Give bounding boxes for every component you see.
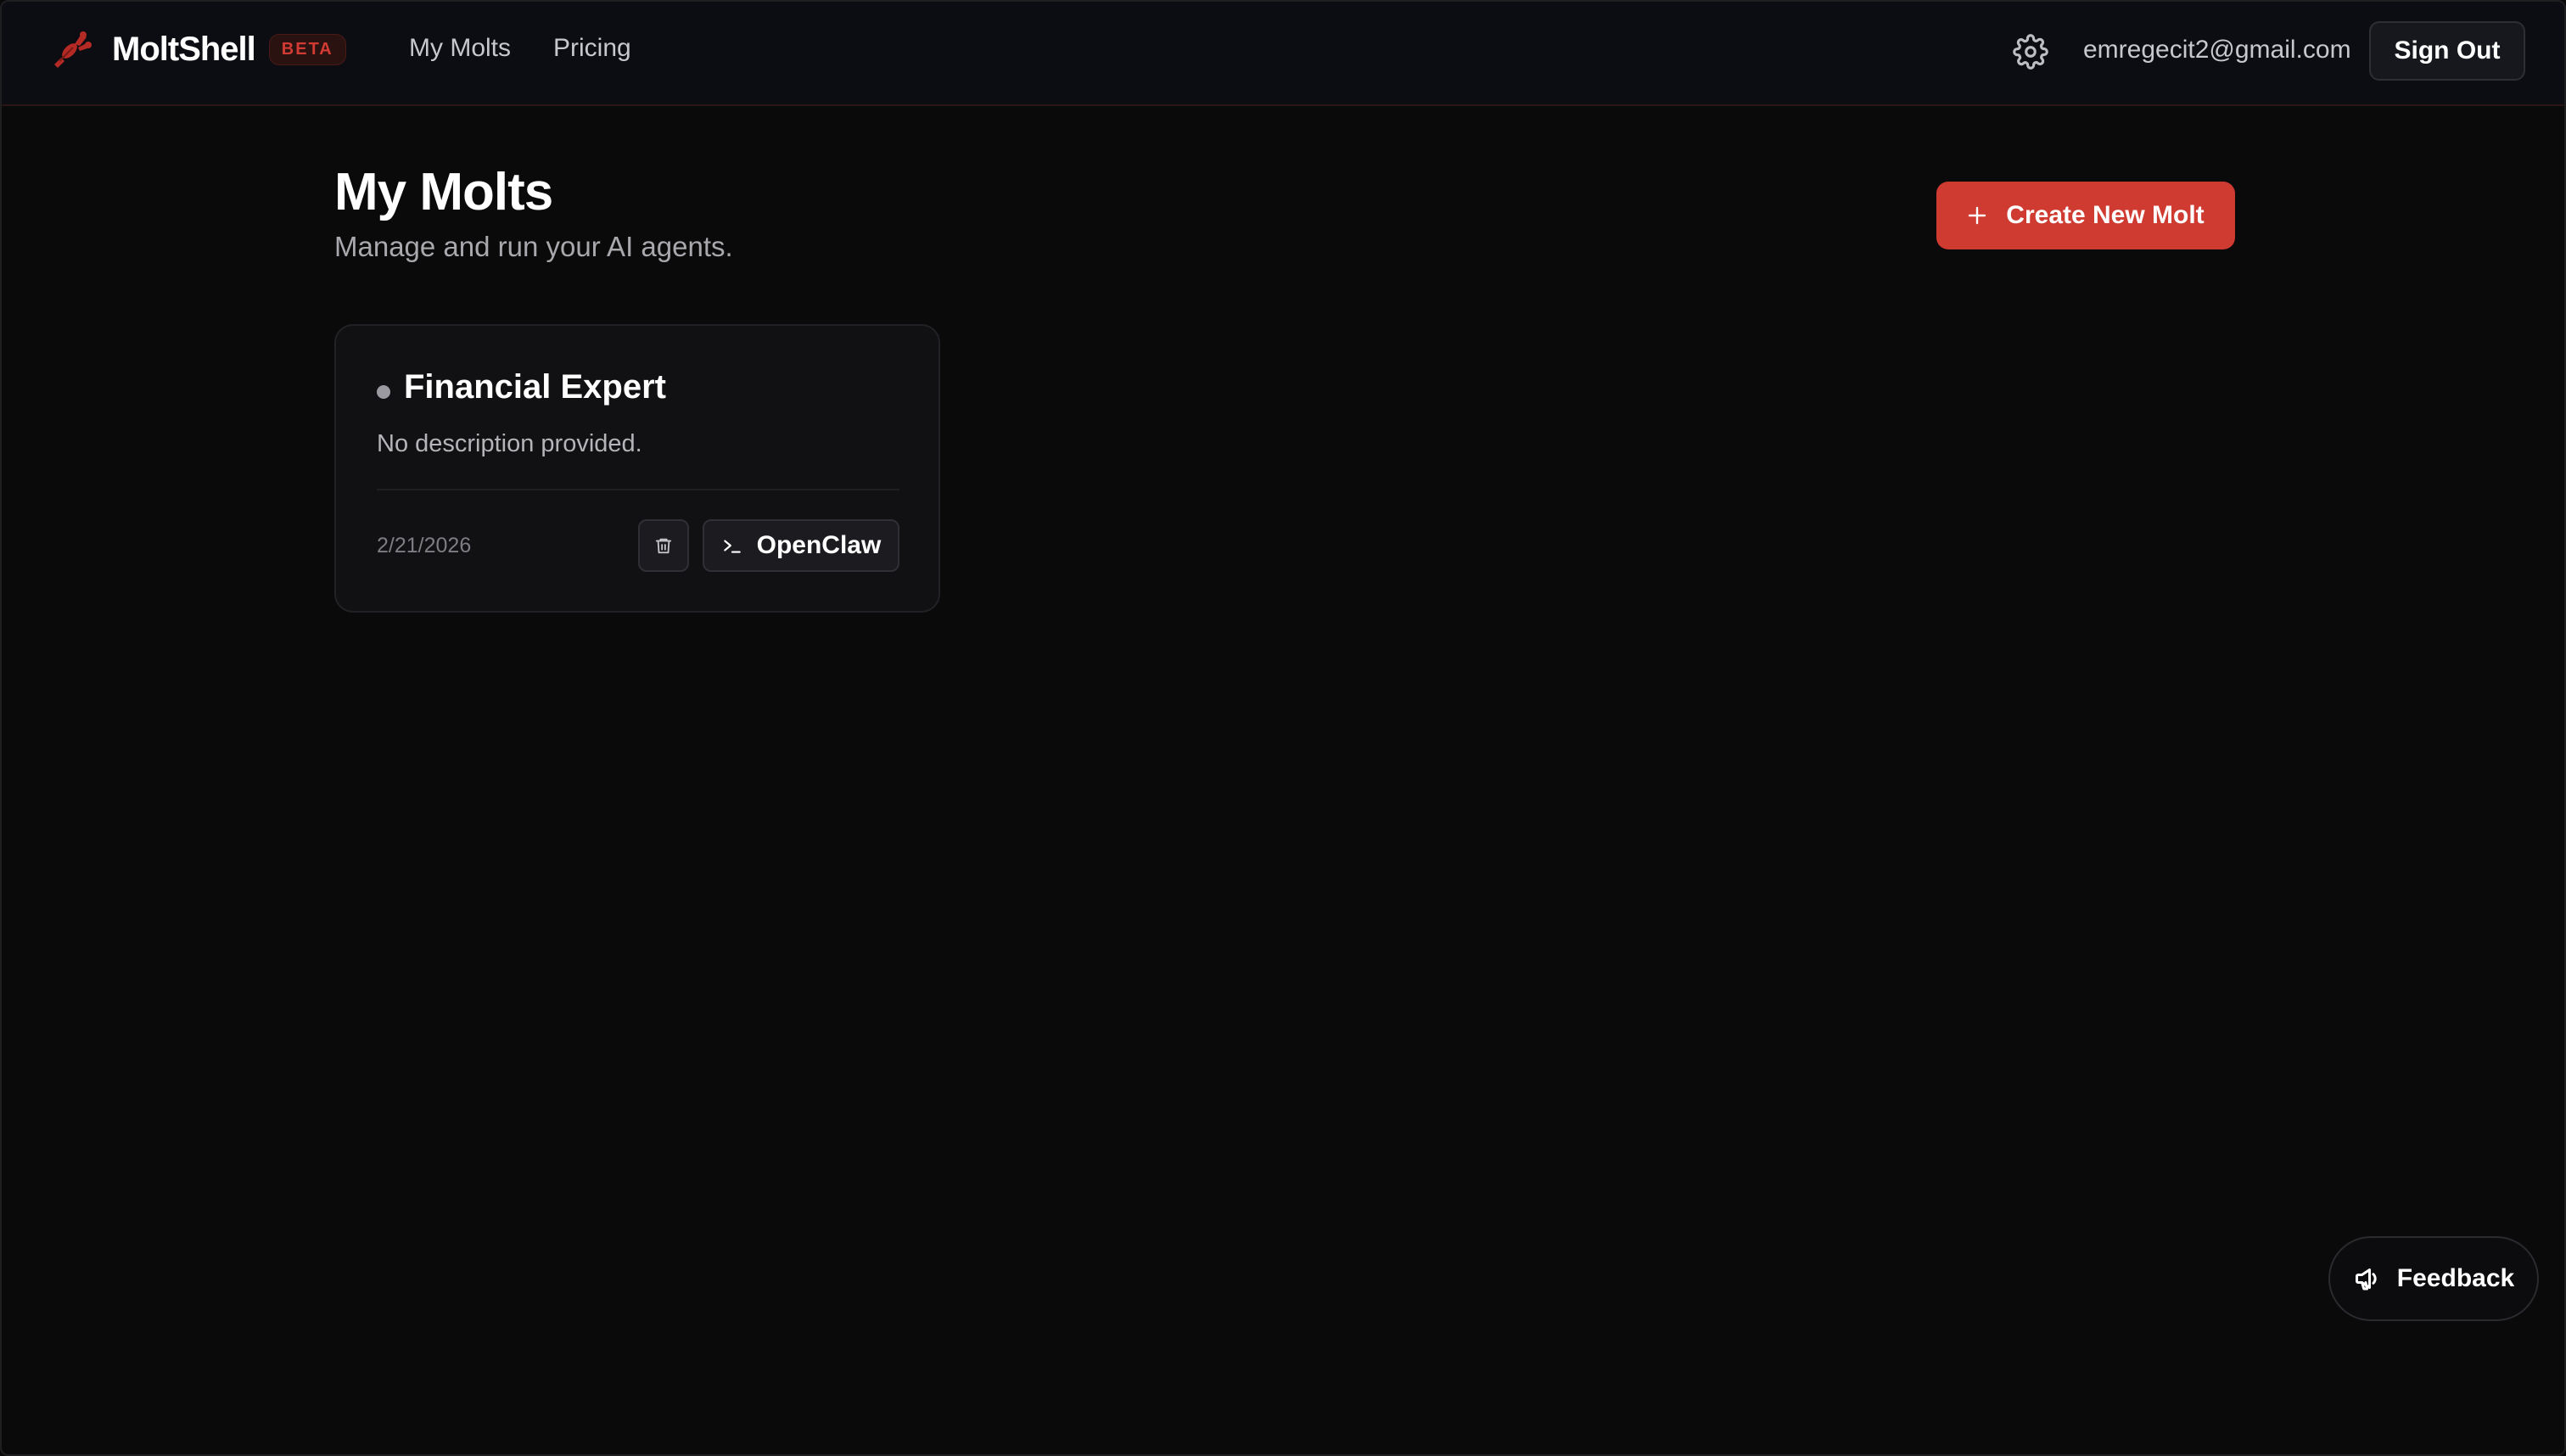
create-new-molt-label: Create New Molt — [2006, 201, 2205, 229]
brand[interactable]: MoltShell BETA — [49, 27, 346, 71]
status-indicator — [377, 385, 390, 399]
molt-date: 2/21/2026 — [377, 534, 472, 557]
page-subtitle: Manage and run your AI agents. — [334, 231, 733, 262]
nav-item-my-molts[interactable]: My Molts — [409, 34, 511, 63]
feedback-button[interactable]: Feedback — [2328, 1236, 2539, 1321]
molt-name: Financial Expert — [404, 368, 666, 406]
nav-item-pricing[interactable]: Pricing — [553, 34, 631, 63]
plus-icon — [1969, 206, 1986, 225]
main-nav: My Molts Pricing — [409, 34, 674, 63]
molt-card[interactable]: Financial Expert No description provided… — [334, 324, 940, 613]
openclaw-label: OpenClaw — [756, 531, 882, 559]
sign-out-button[interactable]: Sign Out — [2369, 21, 2525, 81]
openclaw-button[interactable]: OpenClaw — [703, 519, 899, 572]
page-title: My Molts — [334, 163, 553, 221]
beta-badge: BETA — [268, 33, 346, 65]
lobster-icon — [54, 31, 92, 68]
molt-description: No description provided. — [377, 430, 642, 457]
app-window: MoltShell BETA My Molts Pricing emregeci… — [0, 0, 2566, 1456]
create-new-molt-button[interactable]: Create New Molt — [1936, 182, 2235, 249]
feedback-label: Feedback — [2396, 1264, 2515, 1292]
delete-molt-button[interactable] — [638, 519, 689, 572]
megaphone-icon — [2355, 1268, 2377, 1291]
terminal-icon — [723, 540, 741, 553]
trash-icon — [655, 538, 672, 554]
user-email: emregecit2@gmail.com — [2083, 36, 2351, 64]
card-divider — [377, 489, 899, 490]
top-navigation-bar: MoltShell BETA My Molts Pricing emregeci… — [2, 2, 2564, 106]
brand-name: MoltShell — [112, 30, 256, 68]
gear-icon[interactable] — [2013, 34, 2048, 70]
